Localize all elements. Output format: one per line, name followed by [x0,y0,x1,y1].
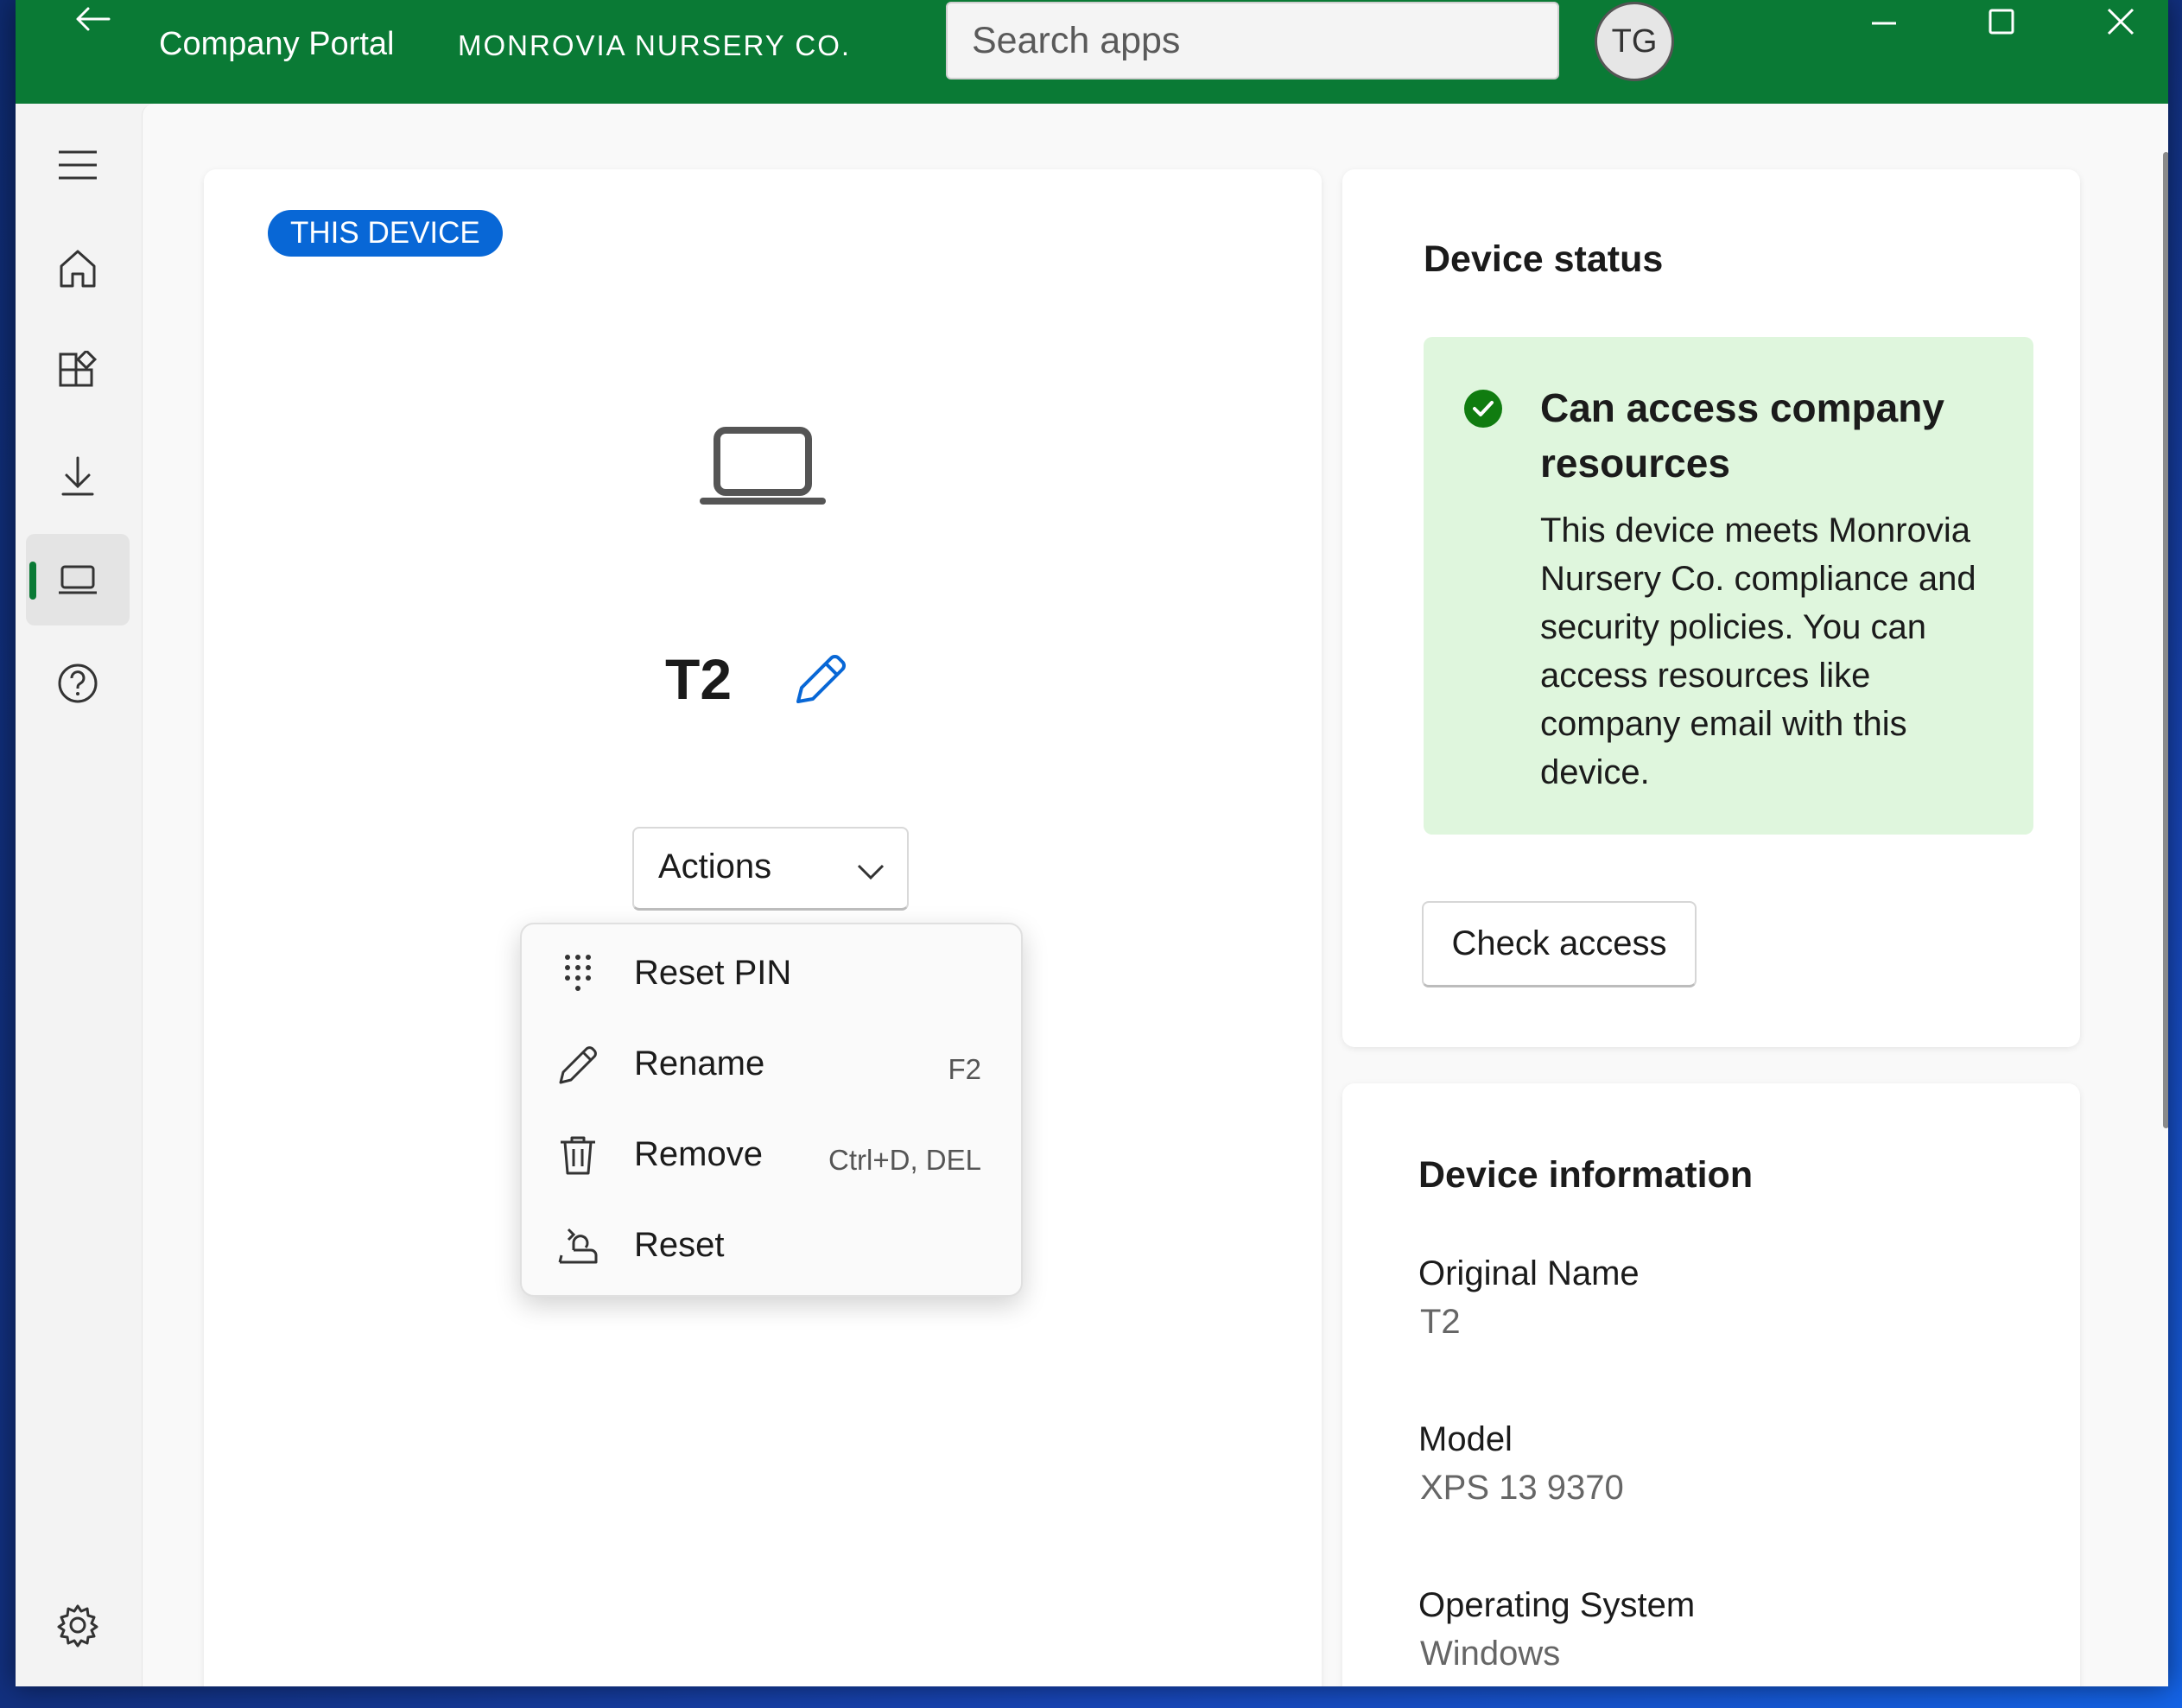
actions-menu: Reset PIN Rename F2 Remove Ctrl+D, DEL R… [520,923,1023,1297]
device-name: T2 [665,647,733,711]
back-arrow-icon [76,7,111,31]
maximize-button[interactable] [1954,0,2049,43]
nav-devices[interactable] [26,534,130,625]
check-circle-icon [1464,390,1502,428]
actions-label: Actions [658,848,772,886]
close-button[interactable] [2073,0,2168,43]
menu-icon [59,150,97,180]
home-icon [60,250,96,288]
laptop-icon [700,427,826,505]
shortcut-label: F2 [948,1053,981,1085]
nav-home[interactable] [26,223,130,314]
status-description: This device meets Monrovia Nursery Co. c… [1540,511,1976,791]
organization-name: MONROVIA NURSERY CO. [458,29,852,61]
side-navigation [16,104,142,1686]
back-button[interactable] [59,0,128,43]
menu-item-label: Reset [634,1226,725,1264]
nav-apps[interactable] [26,327,130,418]
info-value-model: XPS 13 9370 [1420,1469,1624,1507]
nav-help[interactable] [26,638,130,729]
info-value-operating-system: Windows [1420,1635,1561,1673]
info-label-original-name: Original Name [1418,1254,1640,1292]
shortcut-label: Ctrl+D, DEL [828,1144,981,1176]
search-input[interactable] [948,3,1557,78]
actions-dropdown[interactable]: Actions [632,827,909,911]
devices-icon [59,565,97,594]
menu-item-label: Rename [634,1044,765,1083]
downloads-icon [61,456,94,496]
vertical-scrollbar[interactable] [2163,152,2168,1128]
avatar[interactable]: TG [1595,2,1674,81]
trash-icon [561,1136,595,1175]
title-bar: Company Portal MONROVIA NURSERY CO. TG [16,0,2168,104]
close-icon [2107,8,2134,35]
menu-item-label: Remove [634,1135,763,1173]
company-portal-window: Company Portal MONROVIA NURSERY CO. TG [16,0,2168,1686]
menu-item-remove[interactable]: Remove Ctrl+D, DEL [522,1113,1021,1196]
device-status-heading: Device status [1424,238,1664,280]
device-information-heading: Device information [1418,1154,1754,1196]
keypad-icon [565,955,591,991]
status-title: Can access company resources [1540,385,1944,486]
info-value-original-name: T2 [1420,1303,1461,1341]
edit-name-icon[interactable] [790,650,850,710]
minimize-icon [1872,22,1896,25]
this-device-badge: THIS DEVICE [268,210,503,257]
settings-icon [57,1604,98,1648]
maximize-icon [1989,9,2014,35]
menu-item-rename[interactable]: Rename F2 [522,1022,1021,1105]
nav-settings[interactable] [26,1579,130,1671]
chevron-down-icon [857,864,885,880]
menu-item-reset-pin[interactable]: Reset PIN [522,931,1021,1014]
check-access-button[interactable]: Check access [1422,901,1697,987]
search-box [946,2,1559,79]
reset-icon [558,1228,598,1264]
menu-item-label: Reset PIN [634,954,792,992]
app-title: Company Portal [159,26,395,62]
nav-downloads[interactable] [26,430,130,522]
nav-menu-button[interactable] [26,119,130,211]
help-icon [58,664,98,703]
info-label-operating-system: Operating System [1418,1586,1696,1624]
pencil-icon [559,1046,597,1084]
menu-item-reset[interactable]: Reset [522,1203,1021,1286]
info-label-model: Model [1418,1420,1513,1458]
minimize-button[interactable] [1836,0,1931,43]
apps-icon [59,351,98,387]
